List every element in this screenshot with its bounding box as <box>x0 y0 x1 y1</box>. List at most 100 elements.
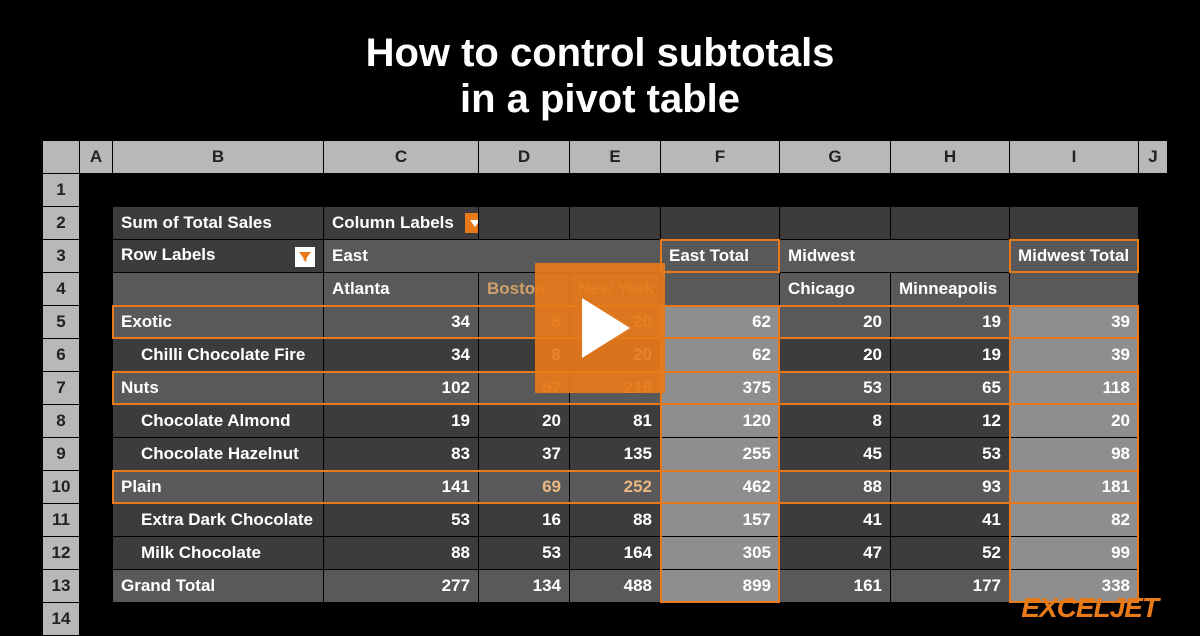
val-c[interactable]: 83 <box>324 438 478 470</box>
val-h[interactable]: 65 <box>891 372 1009 404</box>
val-g[interactable]: 88 <box>780 471 890 503</box>
val-h[interactable]: 12 <box>891 405 1009 437</box>
val-i[interactable]: 98 <box>1010 438 1138 470</box>
cell-midwest-total-hdr[interactable]: Midwest Total <box>1010 240 1138 272</box>
val-g[interactable]: 41 <box>780 504 890 536</box>
grand-d[interactable]: 134 <box>479 570 569 602</box>
val-h[interactable]: 19 <box>891 339 1009 371</box>
cell-east-total-hdr[interactable]: East Total <box>661 240 779 272</box>
val-c[interactable]: 34 <box>324 306 478 338</box>
col-C[interactable]: C <box>324 141 478 173</box>
row-label[interactable]: Extra Dark Chocolate <box>113 504 323 536</box>
val-f[interactable]: 375 <box>661 372 779 404</box>
col-D[interactable]: D <box>479 141 569 173</box>
val-g[interactable]: 20 <box>780 306 890 338</box>
val-d[interactable]: 53 <box>479 537 569 569</box>
col-I[interactable]: I <box>1010 141 1138 173</box>
val-i[interactable]: 118 <box>1010 372 1138 404</box>
val-e[interactable]: 252 <box>570 471 660 503</box>
val-f[interactable]: 255 <box>661 438 779 470</box>
val-f[interactable]: 62 <box>661 306 779 338</box>
row-label[interactable]: Chocolate Almond <box>113 405 323 437</box>
val-g[interactable]: 53 <box>780 372 890 404</box>
rownum[interactable]: 8 <box>43 405 79 437</box>
col-H[interactable]: H <box>891 141 1009 173</box>
val-h[interactable]: 19 <box>891 306 1009 338</box>
grand-f[interactable]: 899 <box>661 570 779 602</box>
val-c[interactable]: 102 <box>324 372 478 404</box>
row-label[interactable]: Nuts <box>113 372 323 404</box>
row-label[interactable]: Chocolate Hazelnut <box>113 438 323 470</box>
row-label[interactable]: Exotic <box>113 306 323 338</box>
val-e[interactable]: 88 <box>570 504 660 536</box>
col-A[interactable]: A <box>80 141 112 173</box>
val-h[interactable]: 41 <box>891 504 1009 536</box>
val-i[interactable]: 39 <box>1010 306 1138 338</box>
val-c[interactable]: 88 <box>324 537 478 569</box>
col-J[interactable]: J <box>1139 141 1167 173</box>
val-d[interactable]: 37 <box>479 438 569 470</box>
rownum[interactable]: 6 <box>43 339 79 371</box>
row-labels-filter-icon[interactable] <box>295 247 315 267</box>
val-i[interactable]: 20 <box>1010 405 1138 437</box>
rownum[interactable]: 3 <box>43 240 79 272</box>
cell-midwest-region[interactable]: Midwest <box>780 240 1009 272</box>
rownum[interactable]: 2 <box>43 207 79 239</box>
val-h[interactable]: 93 <box>891 471 1009 503</box>
city-chicago[interactable]: Chicago <box>780 273 890 305</box>
rownum[interactable]: 14 <box>43 603 79 635</box>
grand-c[interactable]: 277 <box>324 570 478 602</box>
val-i[interactable]: 39 <box>1010 339 1138 371</box>
col-F[interactable]: F <box>661 141 779 173</box>
cell-C2[interactable]: Column Labels <box>324 207 478 239</box>
rownum[interactable]: 12 <box>43 537 79 569</box>
val-f[interactable]: 157 <box>661 504 779 536</box>
cell-B2[interactable]: Sum of Total Sales <box>113 207 323 239</box>
row-label[interactable]: Chilli Chocolate Fire <box>113 339 323 371</box>
val-h[interactable]: 52 <box>891 537 1009 569</box>
val-i[interactable]: 99 <box>1010 537 1138 569</box>
val-g[interactable]: 8 <box>780 405 890 437</box>
cell-B3[interactable]: Row Labels <box>113 240 323 272</box>
val-g[interactable]: 20 <box>780 339 890 371</box>
column-labels-dropdown-icon[interactable] <box>465 213 478 233</box>
city-minneapolis[interactable]: Minneapolis <box>891 273 1009 305</box>
rownum[interactable]: 1 <box>43 174 79 206</box>
row-label[interactable]: Milk Chocolate <box>113 537 323 569</box>
val-f[interactable]: 62 <box>661 339 779 371</box>
rownum[interactable]: 10 <box>43 471 79 503</box>
rownum[interactable]: 11 <box>43 504 79 536</box>
val-g[interactable]: 45 <box>780 438 890 470</box>
val-c[interactable]: 141 <box>324 471 478 503</box>
grand-g[interactable]: 161 <box>780 570 890 602</box>
col-E[interactable]: E <box>570 141 660 173</box>
val-e[interactable]: 81 <box>570 405 660 437</box>
val-i[interactable]: 82 <box>1010 504 1138 536</box>
rownum[interactable]: 13 <box>43 570 79 602</box>
grand-total-label[interactable]: Grand Total <box>113 570 323 602</box>
val-c[interactable]: 53 <box>324 504 478 536</box>
val-f[interactable]: 120 <box>661 405 779 437</box>
grand-h[interactable]: 177 <box>891 570 1009 602</box>
val-d[interactable]: 16 <box>479 504 569 536</box>
city-atlanta[interactable]: Atlanta <box>324 273 478 305</box>
col-B[interactable]: B <box>113 141 323 173</box>
val-h[interactable]: 53 <box>891 438 1009 470</box>
val-c[interactable]: 19 <box>324 405 478 437</box>
row-label[interactable]: Plain <box>113 471 323 503</box>
val-d[interactable]: 20 <box>479 405 569 437</box>
val-g[interactable]: 47 <box>780 537 890 569</box>
val-f[interactable]: 462 <box>661 471 779 503</box>
val-f[interactable]: 305 <box>661 537 779 569</box>
val-i[interactable]: 181 <box>1010 471 1138 503</box>
rownum[interactable]: 4 <box>43 273 79 305</box>
val-c[interactable]: 34 <box>324 339 478 371</box>
play-button[interactable] <box>535 263 665 393</box>
col-G[interactable]: G <box>780 141 890 173</box>
rownum[interactable]: 9 <box>43 438 79 470</box>
val-d[interactable]: 69 <box>479 471 569 503</box>
grand-e[interactable]: 488 <box>570 570 660 602</box>
val-e[interactable]: 164 <box>570 537 660 569</box>
rownum[interactable]: 5 <box>43 306 79 338</box>
rownum[interactable]: 7 <box>43 372 79 404</box>
